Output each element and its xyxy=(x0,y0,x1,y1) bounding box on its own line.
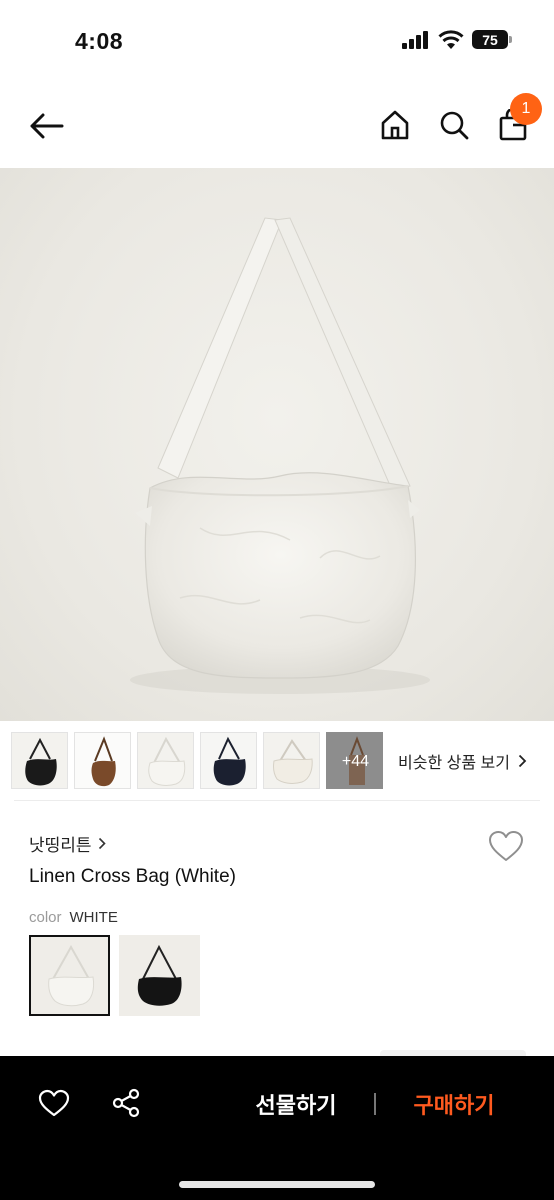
product-main-image[interactable] xyxy=(0,168,554,721)
buy-button[interactable]: 구매하기 xyxy=(398,1086,510,1122)
home-button[interactable] xyxy=(377,106,413,144)
action-like-button[interactable] xyxy=(36,1086,72,1120)
thumbnail-ivory-bag[interactable] xyxy=(263,732,320,789)
cart-count-badge: 1 xyxy=(510,93,542,125)
similar-products-label: 비슷한 상품 보기 xyxy=(398,755,510,772)
cellular-signal-icon xyxy=(402,30,428,49)
search-icon xyxy=(440,111,469,140)
status-icons: 75 xyxy=(402,30,512,49)
color-value: WHITE xyxy=(69,909,118,926)
nav-bar xyxy=(0,90,554,162)
similar-products-link[interactable]: 비슷한 상품 보기 xyxy=(398,749,527,773)
back-button[interactable] xyxy=(26,108,66,144)
battery-level: 75 xyxy=(482,31,498,48)
thumbnail-white-bag[interactable] xyxy=(137,732,194,789)
swatch-white[interactable] xyxy=(29,935,110,1016)
home-indicator xyxy=(179,1181,375,1188)
section-divider xyxy=(14,800,540,801)
share-button[interactable] xyxy=(109,1086,143,1120)
thumbnail-black-bag[interactable] xyxy=(11,732,68,789)
gift-button[interactable]: 선물하기 xyxy=(240,1086,352,1122)
more-count-label: +44 xyxy=(341,752,370,770)
wifi-icon xyxy=(438,30,464,49)
search-button[interactable] xyxy=(436,106,472,144)
home-icon xyxy=(381,110,409,140)
chevron-right-icon xyxy=(518,754,527,768)
battery-indicator: 75 xyxy=(472,30,512,49)
color-key: color xyxy=(29,909,62,926)
chevron-right-icon xyxy=(98,837,106,850)
action-divider xyxy=(374,1093,376,1115)
product-name: Linen Cross Bag (White) xyxy=(29,866,236,887)
heart-outline-icon xyxy=(489,831,523,861)
share-icon xyxy=(112,1088,140,1118)
thumbnail-brown-bag[interactable] xyxy=(74,732,131,789)
back-arrow-icon xyxy=(30,113,64,139)
heart-outline-icon xyxy=(38,1089,70,1117)
brand-name: 낫띵리튼 xyxy=(29,836,92,855)
thumbnail-navy-bag[interactable] xyxy=(200,732,257,789)
wishlist-button[interactable] xyxy=(487,829,525,863)
white-bag-illustration xyxy=(130,217,430,694)
battery-cap xyxy=(509,36,512,43)
bottom-action-bar xyxy=(0,1056,554,1200)
color-swatches xyxy=(29,935,200,1016)
thumbnail-more[interactable]: +44 xyxy=(326,732,383,789)
status-time: 4:08 xyxy=(75,28,124,54)
brand-link[interactable]: 낫띵리튼 xyxy=(29,831,106,856)
status-bar: 4:08 75 xyxy=(0,0,554,84)
color-row: color WHITE xyxy=(29,909,118,926)
swatch-black[interactable] xyxy=(119,935,200,1016)
thumbnail-strip: +44 xyxy=(11,732,383,789)
